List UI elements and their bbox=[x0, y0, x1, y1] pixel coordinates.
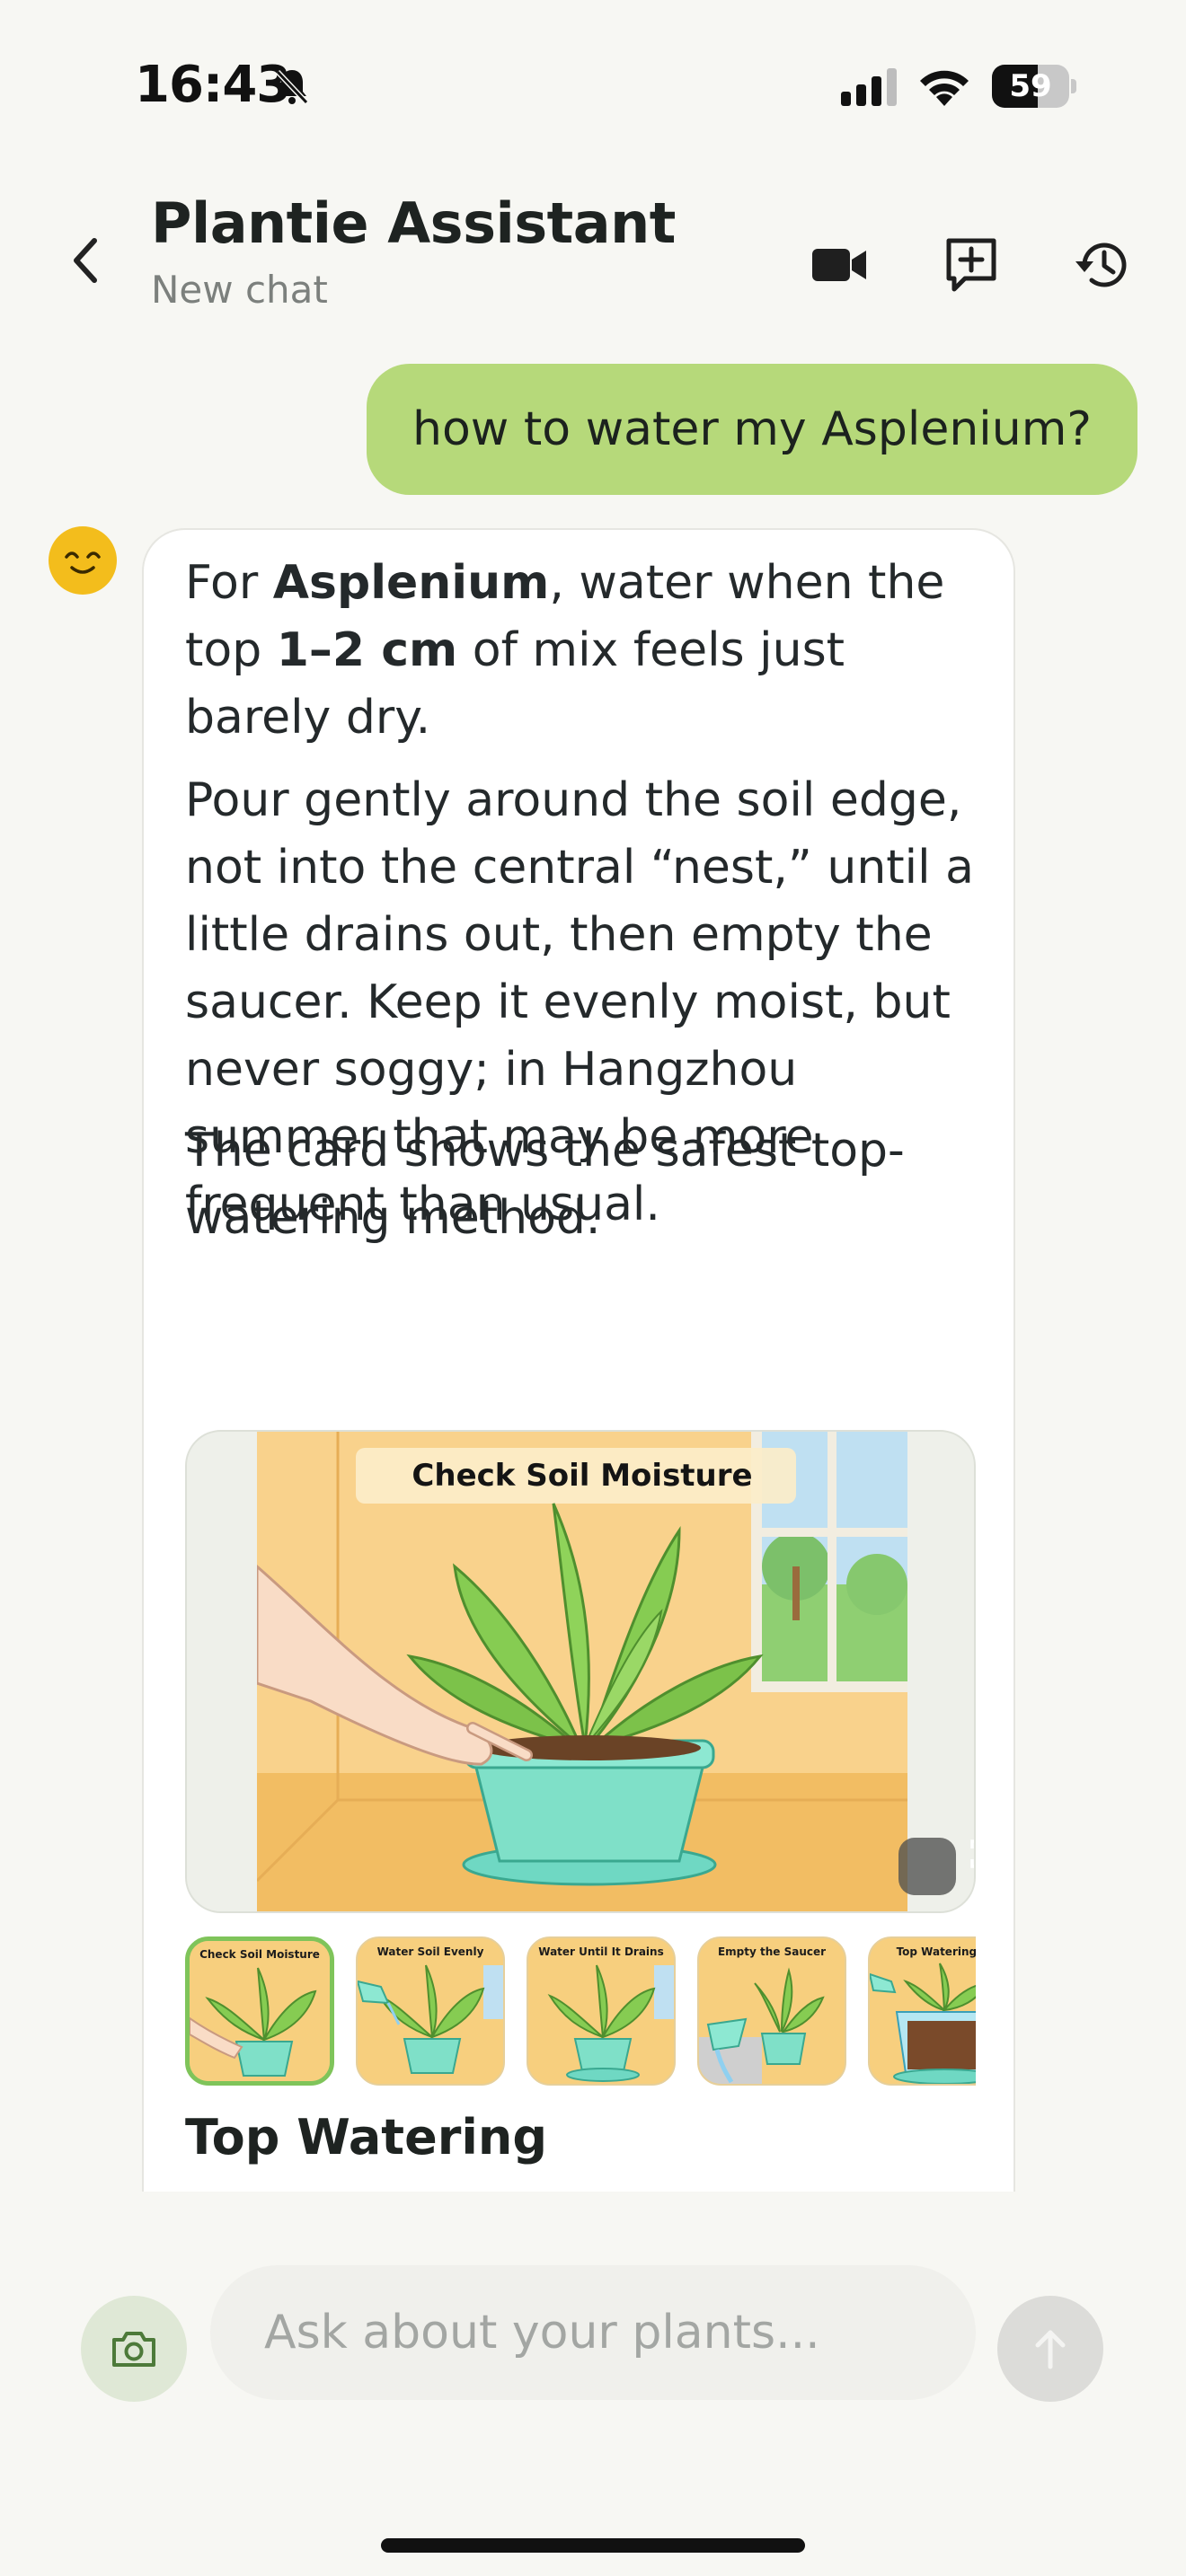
thumbnail-label: Water Soil Evenly bbox=[376, 1945, 484, 1958]
home-indicator bbox=[381, 2538, 805, 2553]
camera-icon bbox=[112, 2332, 155, 2367]
back-button[interactable] bbox=[54, 225, 117, 296]
card-title: Top Watering bbox=[185, 2109, 547, 2166]
illustration-caption: Check Soil Moisture bbox=[412, 1458, 752, 1494]
illustration-viewer[interactable]: Check Soil Moisture bbox=[185, 1430, 976, 1913]
bot-paragraph-1: For Asplenium, water when the top 1–2 cm… bbox=[185, 556, 945, 745]
battery-level: 59 bbox=[1009, 68, 1052, 104]
history-icon bbox=[1075, 243, 1127, 287]
plant-illustration: Check Soil Moisture bbox=[257, 1432, 907, 1911]
bot-message-card: For Asplenium, water when the top 1–2 cm… bbox=[142, 528, 1015, 2192]
bell-off-icon bbox=[272, 66, 312, 106]
thumbnail-2[interactable]: Water Soil Evenly bbox=[356, 1936, 505, 2086]
page-title: Plantie Assistant bbox=[151, 190, 676, 256]
camera-button[interactable] bbox=[81, 2296, 187, 2402]
thumbnail-3[interactable]: Water Until It Drains bbox=[527, 1936, 676, 2086]
video-icon bbox=[812, 249, 866, 281]
video-call-button[interactable] bbox=[800, 225, 881, 305]
back-chevron-icon bbox=[74, 238, 97, 283]
battery-icon: 59 bbox=[992, 65, 1076, 108]
smile-icon bbox=[65, 551, 101, 574]
bot-paragraph-3: The card shows the safest top-watering m… bbox=[185, 1124, 905, 1245]
history-button[interactable] bbox=[1060, 225, 1141, 305]
thumbnail-1[interactable]: Check Soil Moisture bbox=[185, 1936, 334, 2086]
expand-icon bbox=[970, 1839, 974, 1868]
page-subtitle: New chat bbox=[151, 268, 328, 312]
bot-avatar bbox=[49, 526, 117, 595]
chat-header: Plantie Assistant New chat bbox=[0, 171, 1186, 332]
status-bar: 16:43 59 bbox=[0, 0, 1186, 171]
new-chat-button[interactable] bbox=[931, 225, 1012, 305]
user-message: how to water my Asplenium? bbox=[367, 364, 1137, 495]
status-time: 16:43 bbox=[135, 56, 291, 114]
thumbnail-5[interactable]: Top Watering B bbox=[868, 1936, 976, 2086]
expand-image-button[interactable] bbox=[898, 1838, 974, 1895]
arrow-up-icon bbox=[1035, 2330, 1066, 2369]
thumbnail-4[interactable]: Empty the Saucer bbox=[697, 1936, 846, 2086]
wifi-icon bbox=[916, 63, 972, 108]
thumbnail-label: Empty the Saucer bbox=[717, 1945, 827, 1958]
thumbnail-label: Check Soil Moisture bbox=[199, 1948, 320, 1961]
composer bbox=[0, 2263, 1186, 2425]
thumbnail-label: Water Until It Drains bbox=[538, 1945, 664, 1958]
thumbnail-label: Top Watering B bbox=[896, 1945, 976, 1958]
message-input[interactable] bbox=[210, 2265, 976, 2400]
send-button[interactable] bbox=[997, 2296, 1103, 2402]
new-chat-icon bbox=[946, 238, 996, 292]
signal-icon bbox=[841, 68, 900, 106]
thumbnail-strip[interactable]: Check Soil Moisture Water Soil Evenly Wa… bbox=[185, 1936, 976, 2091]
